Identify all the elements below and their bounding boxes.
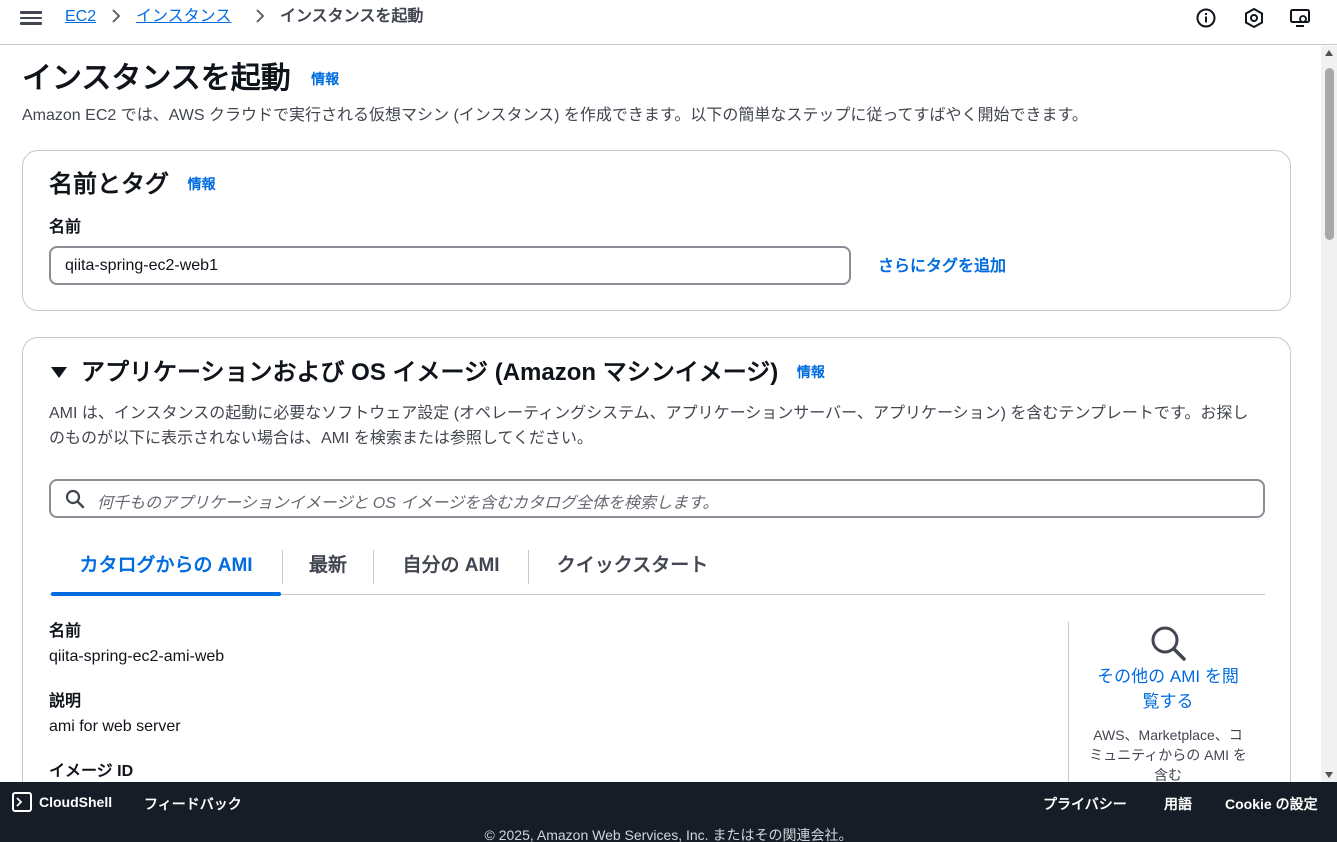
breadcrumb-ec2[interactable]: EC2 bbox=[65, 7, 96, 27]
ami-image-id-label: イメージ ID bbox=[49, 763, 134, 780]
scroll-down-icon[interactable] bbox=[1325, 772, 1333, 778]
chevron-right-icon bbox=[256, 9, 265, 23]
page-description: Amazon EC2 では、AWS クラウドで実行される仮想マシン (インスタン… bbox=[22, 107, 1088, 124]
page-title-text: インスタンスを起動 bbox=[22, 62, 291, 95]
add-tags-link[interactable]: さらにタグを追加 bbox=[878, 252, 1006, 276]
ami-search-input[interactable]: 何千ものアプリケーションイメージと OS イメージを含むカタログ全体を検索します… bbox=[49, 479, 1265, 518]
search-icon bbox=[65, 489, 85, 509]
ami-desc-value: ami for web server bbox=[49, 718, 181, 735]
browse-ami-panel: その他の AMI を閲覧する AWS、Marketplace、コミュニティからの… bbox=[1068, 622, 1268, 792]
ami-panel: アプリケーションおよび OS イメージ (Amazon マシンイメージ) 情報 … bbox=[22, 337, 1291, 807]
search-placeholder: 何千ものアプリケーションイメージと OS イメージを含むカタログ全体を検索します… bbox=[97, 495, 719, 512]
name-tags-panel: 名前とタグ 情報 名前 さらにタグを追加 bbox=[22, 150, 1291, 311]
ami-tabs: カタログからの AMI 最新 自分の AMI クイックスタート bbox=[49, 548, 1265, 596]
caret-down-icon[interactable] bbox=[51, 367, 67, 378]
info-circle-icon[interactable] bbox=[1195, 7, 1217, 29]
settings-icon[interactable] bbox=[1289, 7, 1311, 29]
ami-desc-label: 説明 bbox=[49, 693, 82, 710]
name-tags-info-link[interactable]: 情報 bbox=[188, 176, 216, 192]
name-input[interactable] bbox=[49, 246, 851, 285]
ami-name-value: qiita-spring-ec2-ami-web bbox=[49, 648, 225, 665]
search-icon bbox=[1151, 626, 1186, 661]
name-label: 名前 bbox=[49, 219, 82, 236]
tab-catalog-ami[interactable]: カタログからの AMI bbox=[51, 548, 281, 596]
page-title: インスタンスを起動 情報 bbox=[22, 60, 339, 98]
cloudshell-link[interactable]: CloudShell bbox=[39, 794, 112, 810]
ami-name-label: 名前 bbox=[49, 623, 82, 640]
scroll-thumb[interactable] bbox=[1325, 68, 1334, 240]
tab-quick-start[interactable]: クイックスタート bbox=[529, 548, 736, 594]
terminal-icon[interactable] bbox=[12, 792, 32, 812]
breadcrumb-instances[interactable]: インスタンス bbox=[136, 7, 231, 27]
notifications-icon[interactable] bbox=[1243, 7, 1265, 29]
browse-ami-subtext: AWS、Marketplace、コミュニティからの AMI を含む bbox=[1089, 727, 1247, 783]
ami-title: アプリケーションおよび OS イメージ (Amazon マシンイメージ) 情報 bbox=[81, 357, 825, 388]
name-tags-title-text: 名前とタグ bbox=[49, 171, 169, 198]
name-tags-title: 名前とタグ 情報 bbox=[49, 169, 216, 200]
browse-more-ami-link[interactable]: その他の AMI を閲覧する bbox=[1089, 664, 1247, 714]
page-scrollbar[interactable] bbox=[1321, 46, 1337, 782]
terms-link[interactable]: 用語 bbox=[1164, 794, 1192, 814]
footer: CloudShell フィードバック プライバシー 用語 Cookie の設定 … bbox=[0, 782, 1337, 842]
chevron-right-icon bbox=[112, 9, 121, 23]
top-navigation-bar: EC2 インスタンス インスタンスを起動 bbox=[0, 0, 1337, 45]
privacy-link[interactable]: プライバシー bbox=[1043, 794, 1127, 814]
cookie-settings-link[interactable]: Cookie の設定 bbox=[1225, 794, 1318, 814]
page-info-link[interactable]: 情報 bbox=[311, 71, 339, 87]
menu-icon[interactable] bbox=[20, 9, 42, 27]
ami-description: AMI は、インスタンスの起動に必要なソフトウェア設定 (オペレーティングシステ… bbox=[49, 405, 1249, 447]
copyright-text: © 2025, Amazon Web Services, Inc. またはその関… bbox=[484, 827, 853, 842]
feedback-link[interactable]: フィードバック bbox=[144, 794, 242, 814]
tab-recent[interactable]: 最新 bbox=[283, 548, 373, 594]
ami-info-link[interactable]: 情報 bbox=[797, 364, 825, 380]
ami-title-text[interactable]: アプリケーションおよび OS イメージ (Amazon マシンイメージ) bbox=[81, 359, 778, 386]
breadcrumb-current: インスタンスを起動 bbox=[280, 8, 424, 25]
tab-my-ami[interactable]: 自分の AMI bbox=[374, 548, 528, 594]
scroll-up-icon[interactable] bbox=[1325, 50, 1333, 56]
